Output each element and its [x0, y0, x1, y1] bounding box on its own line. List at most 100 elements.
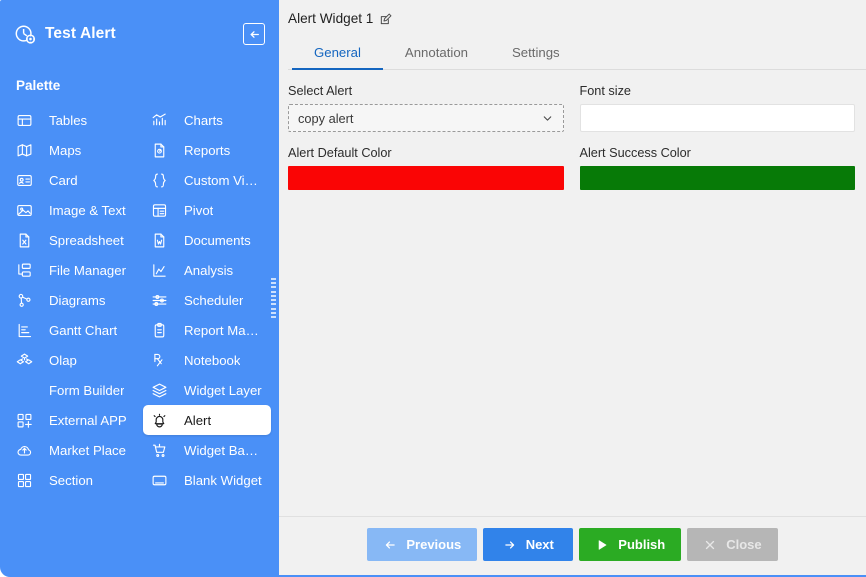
palette-item-label: Tables: [49, 112, 88, 128]
tab-annotation[interactable]: Annotation: [383, 39, 490, 70]
palette-item-tables[interactable]: Tables: [8, 105, 143, 135]
dashboard-gauge-icon: [15, 25, 36, 44]
palette-item-label: Charts: [184, 112, 223, 128]
palette-item-external-app[interactable]: External APP: [8, 405, 143, 435]
next-button[interactable]: Next: [483, 528, 574, 561]
publish-button[interactable]: Publish: [579, 528, 682, 561]
palette-item-image-text[interactable]: Image & Text: [8, 195, 143, 225]
palette-item-widget-layer[interactable]: Widget Layer: [143, 375, 271, 405]
id-card-icon: [16, 172, 41, 189]
palette-item-gantt-chart[interactable]: Gantt Chart: [8, 315, 143, 345]
arrow-right-icon: [503, 538, 517, 552]
grid-sections-icon: [16, 472, 41, 489]
button-label: Next: [525, 537, 554, 552]
button-label: Close: [726, 537, 762, 552]
cloud-up-icon: [16, 442, 41, 459]
sidebar-resize-handle[interactable]: [271, 278, 276, 318]
palette-item-market-place[interactable]: Market Place: [8, 435, 143, 465]
bar-chart-icon: [151, 112, 176, 129]
palette-item-label: Spreadsheet: [49, 232, 124, 248]
alert-default-color-label: Alert Default Color: [288, 146, 392, 160]
word-file-icon: [151, 232, 176, 249]
report-doc-icon: [151, 142, 176, 159]
pivot-table-icon: [151, 202, 176, 219]
palette-item-file-manager[interactable]: File Manager: [8, 255, 143, 285]
palette-item-label: Diagrams: [49, 292, 106, 308]
widget-title: Alert Widget 1: [288, 11, 374, 26]
image-text-icon: [16, 202, 41, 219]
palette-item-widget-basket[interactable]: Widget Basket: [143, 435, 271, 465]
select-alert-value: copy alert: [298, 110, 354, 126]
palette-item-label: Scheduler: [184, 292, 244, 308]
select-alert-dropdown[interactable]: copy alert: [288, 104, 564, 132]
palette-item-alert[interactable]: Alert: [143, 405, 271, 435]
palette-item-notebook[interactable]: Notebook: [143, 345, 271, 375]
palette-item-label: Report Mana...: [184, 322, 263, 338]
palette-item-blank-widget[interactable]: Blank Widget: [143, 465, 271, 495]
palette-sidebar: Test Alert Palette Tables Charts Maps Repor…: [0, 0, 279, 577]
arrow-left-icon: [383, 538, 397, 552]
palette-item-pivot[interactable]: Pivot: [143, 195, 271, 225]
clipboard-icon: [151, 322, 176, 339]
font-size-label: Font size: [579, 84, 631, 98]
palette-item-analysis[interactable]: Analysis: [143, 255, 271, 285]
palette-item-label: Form Builder: [49, 382, 125, 398]
alert-success-color-label: Alert Success Color: [579, 146, 691, 160]
gantt-icon: [16, 322, 41, 339]
palette-item-label: Widget Layer: [184, 382, 262, 398]
palette-item-label: Documents: [184, 232, 251, 248]
cube-stack-icon: [16, 352, 41, 369]
palette-item-label: Notebook: [184, 352, 241, 368]
font-size-input[interactable]: [579, 104, 855, 132]
select-alert-field: Select Alert copy alert: [288, 84, 564, 132]
excel-file-icon: [16, 232, 41, 249]
palette-item-label: Custom Visu...: [184, 172, 263, 188]
previous-button[interactable]: Previous: [367, 528, 478, 561]
collapse-sidebar-button[interactable]: [243, 23, 265, 45]
shopping-cart-icon: [151, 442, 176, 459]
palette-item-card[interactable]: Card: [8, 165, 143, 195]
palette-item-label: Olap: [49, 352, 77, 368]
palette-item-label: Pivot: [184, 202, 214, 218]
braces-icon: [151, 172, 176, 189]
palette-item-reports[interactable]: Reports: [143, 135, 271, 165]
widget-title-row: Alert Widget 1: [288, 11, 866, 26]
palette-item-maps[interactable]: Maps: [8, 135, 143, 165]
palette-item-label: Image & Text: [49, 202, 126, 218]
palette-item-section[interactable]: Section: [8, 465, 143, 495]
folder-tree-icon: [16, 262, 41, 279]
button-label: Previous: [406, 537, 462, 552]
palette-grid: Tables Charts Maps Reports Card Custom Visu..…: [0, 105, 279, 495]
palette-item-charts[interactable]: Charts: [143, 105, 271, 135]
palette-item-label: Section: [49, 472, 93, 488]
palette-item-label: Maps: [49, 142, 82, 158]
sidebar-header: Test Alert: [0, 0, 279, 68]
palette-item-olap[interactable]: Olap: [8, 345, 143, 375]
edit-pencil-icon[interactable]: [379, 12, 393, 26]
select-alert-label: Select Alert: [288, 84, 353, 98]
palette-item-label: Widget Basket: [184, 442, 263, 458]
tab-general[interactable]: General: [292, 39, 383, 70]
alert-success-color-swatch[interactable]: [579, 166, 855, 190]
map-icon: [16, 142, 41, 159]
palette-item-label: Alert: [184, 412, 212, 428]
palette-item-form-builder[interactable]: Form Builder: [8, 375, 143, 405]
panel-header: Alert Widget 1 General Annotation Settings: [279, 0, 866, 70]
close-button: Close: [687, 528, 778, 561]
palette-section-label: Palette: [16, 78, 61, 93]
analysis-chart-icon: [151, 262, 176, 279]
bell-alert-icon: [151, 412, 176, 429]
palette-item-spreadsheet[interactable]: Spreadsheet: [8, 225, 143, 255]
palette-item-scheduler[interactable]: Scheduler: [143, 285, 271, 315]
palette-item-label: Market Place: [49, 442, 126, 458]
alert-default-color-swatch[interactable]: [288, 166, 564, 190]
palette-item-report-mana[interactable]: Report Mana...: [143, 315, 271, 345]
palette-item-documents[interactable]: Documents: [143, 225, 271, 255]
tab-settings[interactable]: Settings: [490, 39, 582, 70]
palette-item-diagrams[interactable]: Diagrams: [8, 285, 143, 315]
form-grid: Select Alert copy alert Font size Alert …: [288, 84, 855, 204]
palette-item-label: Card: [49, 172, 78, 188]
palette-item-label: Reports: [184, 142, 231, 158]
palette-item-custom-visu[interactable]: Custom Visu...: [143, 165, 271, 195]
palette-item-label: Gantt Chart: [49, 322, 118, 338]
